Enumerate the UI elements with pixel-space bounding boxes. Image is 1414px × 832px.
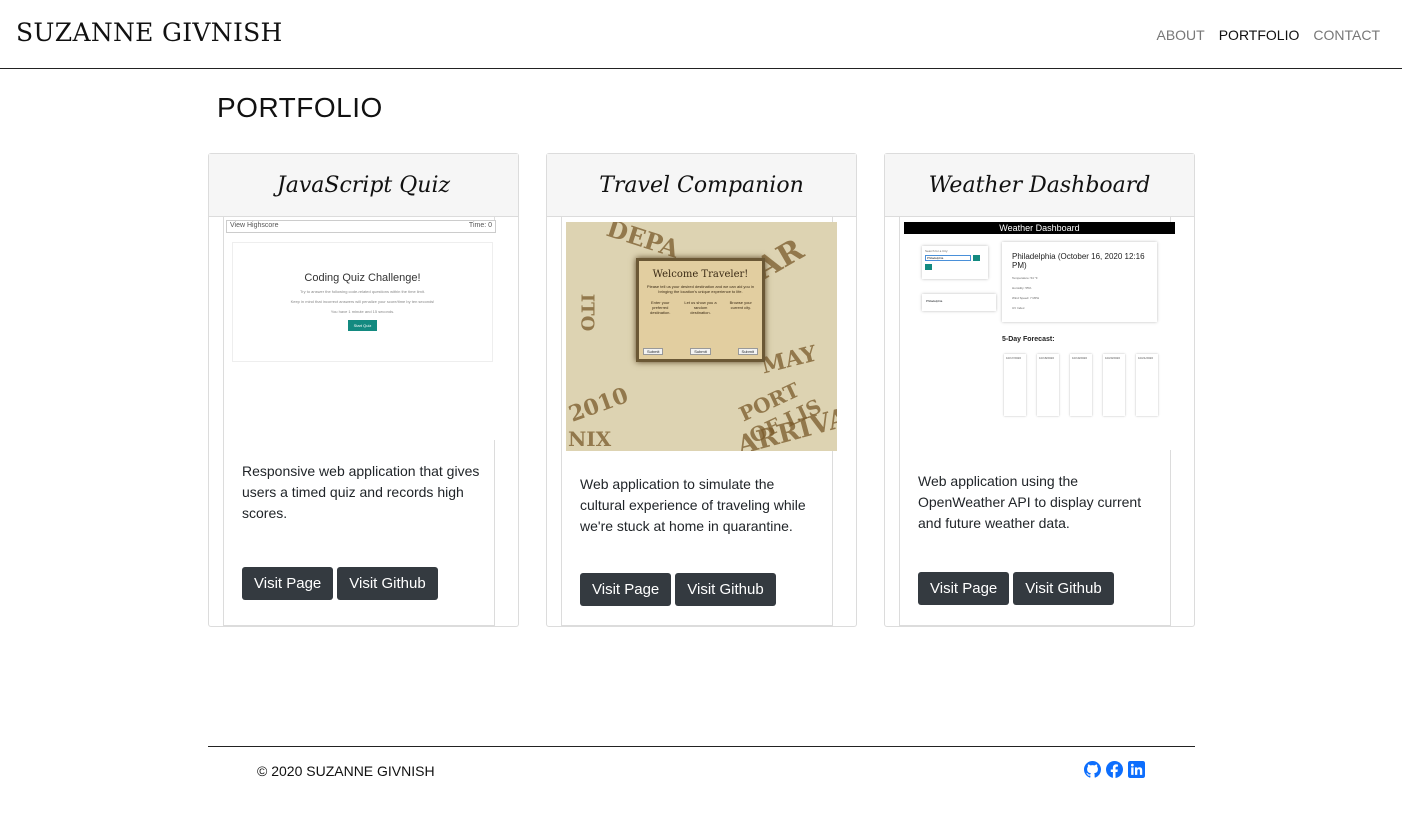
project-description: Responsive web application that gives us…	[242, 463, 480, 521]
visit-page-button[interactable]: Visit Page	[242, 567, 334, 600]
quiz-start-button: Start Quiz	[347, 320, 378, 331]
project-card-travel: Travel Companion DEPA AR ITO MAY PORT OF…	[546, 153, 857, 627]
project-screenshot: DEPA AR ITO MAY PORT OF LIS ARRIVA 2010 …	[566, 222, 837, 451]
quiz-topbar: View Highscore Time: 0	[226, 220, 496, 233]
visit-github-button[interactable]: Visit Github	[337, 567, 438, 600]
card-body: View Highscore Time: 0 Coding Quiz Chall…	[223, 216, 496, 626]
submit-mock: Submit	[643, 348, 664, 355]
linkedin-icon[interactable]	[1128, 761, 1145, 778]
welcome-option: Enter your preferred destination.	[650, 300, 671, 315]
welcome-option: Browse your current city.	[729, 300, 752, 310]
visit-github-button[interactable]: Visit Github	[675, 573, 776, 606]
quiz-box: Coding Quiz Challenge! Try to answer the…	[232, 242, 493, 362]
page-title: PORTFOLIO	[217, 92, 383, 123]
forecast-day: 10/18/2020	[1037, 354, 1059, 416]
card-body: Weather Dashboard Search for a City: Phi…	[899, 216, 1175, 626]
social-links	[1084, 761, 1145, 778]
card-title: JavaScript Quiz	[276, 172, 451, 198]
welcome-submit-row: Submit Submit Submit	[643, 348, 758, 355]
clear-icon	[925, 264, 932, 270]
card-buttons: Visit Page Visit Github	[580, 573, 776, 606]
timer-text: Time: 0	[468, 222, 492, 229]
wind-text: Wind Speed: 7 MPH	[1012, 296, 1040, 300]
forecast-title: 5-Day Forecast:	[1002, 336, 1055, 343]
nav-portfolio[interactable]: PORTFOLIO	[1219, 27, 1300, 43]
card-body: DEPA AR ITO MAY PORT OF LIS ARRIVA 2010 …	[561, 216, 837, 626]
card-title: Weather Dashboard	[928, 172, 1151, 198]
search-label: Search for a City:	[925, 249, 949, 253]
current-weather-box: Philadelphia (October 16, 2020 12:16 PM)…	[1002, 242, 1157, 322]
forecast-day: 10/21/2020	[1136, 354, 1158, 416]
forecast-day: 10/19/2020	[1070, 354, 1092, 416]
weather-header-bar: Weather Dashboard	[904, 222, 1175, 234]
search-box: Search for a City: Philadelphia	[922, 246, 988, 279]
facebook-icon[interactable]	[1106, 761, 1123, 778]
footer: © 2020 SUZANNE GIVNISH	[208, 746, 1195, 796]
humidity-text: Humidity: 55%	[1012, 286, 1032, 290]
nav-contact[interactable]: CONTACT	[1313, 27, 1380, 43]
temperature-text: Temperature: 54 °F	[1012, 276, 1038, 280]
nav-menu: ABOUT PORTFOLIO CONTACT	[1156, 27, 1380, 43]
city-heading: Philadelphia (October 16, 2020 12:16 PM)	[1012, 252, 1145, 270]
card-header: Weather Dashboard	[885, 154, 1194, 217]
visit-page-button[interactable]: Visit Page	[580, 573, 672, 606]
quiz-line: Keep in mind that incorrect answers will…	[290, 299, 435, 304]
project-screenshot: View Highscore Time: 0 Coding Quiz Chall…	[226, 220, 496, 440]
visit-github-button[interactable]: Visit Github	[1013, 572, 1114, 605]
forecast-day: 10/20/2020	[1103, 354, 1125, 416]
uv-text: UV Index:	[1012, 306, 1026, 310]
welcome-heading: Welcome Traveler!	[652, 269, 749, 280]
card-header: JavaScript Quiz	[209, 154, 518, 217]
nav-about[interactable]: ABOUT	[1156, 27, 1204, 43]
project-card-quiz: JavaScript Quiz View Highscore Time: 0 C…	[208, 153, 519, 627]
card-buttons: Visit Page Visit Github	[918, 572, 1114, 605]
project-card-weather: Weather Dashboard Weather Dashboard Sear…	[884, 153, 1195, 627]
project-description: Web application to simulate the cultural…	[580, 476, 806, 534]
welcome-text: Please tell us your desired destination …	[646, 284, 755, 294]
quiz-line: You have 1 minute and 15 seconds.	[330, 309, 395, 314]
view-highscore-text: View Highscore	[230, 222, 279, 229]
github-icon[interactable]	[1084, 761, 1101, 778]
card-header: Travel Companion	[547, 154, 856, 217]
welcome-option: Let us show you a random destination.	[684, 300, 717, 315]
quiz-line: Try to answer the following code-related…	[299, 289, 426, 294]
search-field-mock: Philadelphia	[925, 255, 971, 261]
visit-page-button[interactable]: Visit Page	[918, 572, 1010, 605]
navbar: SUZANNE GIVNISH ABOUT PORTFOLIO CONTACT	[0, 0, 1402, 69]
quiz-heading: Coding Quiz Challenge!	[304, 272, 421, 284]
search-icon	[973, 255, 980, 261]
project-screenshot: Weather Dashboard Search for a City: Phi…	[904, 222, 1175, 450]
card-buttons: Visit Page Visit Github	[242, 567, 438, 600]
brand-name[interactable]: SUZANNE GIVNISH	[16, 18, 283, 47]
welcome-dialog: Welcome Traveler! Please tell us your de…	[636, 258, 765, 362]
submit-mock: Submit	[690, 348, 711, 355]
project-description: Web application using the OpenWeather AP…	[918, 473, 1142, 531]
card-title: Travel Companion	[599, 172, 804, 198]
forecast-day: 10/17/2020	[1004, 354, 1026, 416]
copyright-text: © 2020 SUZANNE GIVNISH	[257, 763, 435, 779]
submit-mock: Submit	[737, 348, 758, 355]
history-item: Philadelphia	[922, 294, 996, 311]
